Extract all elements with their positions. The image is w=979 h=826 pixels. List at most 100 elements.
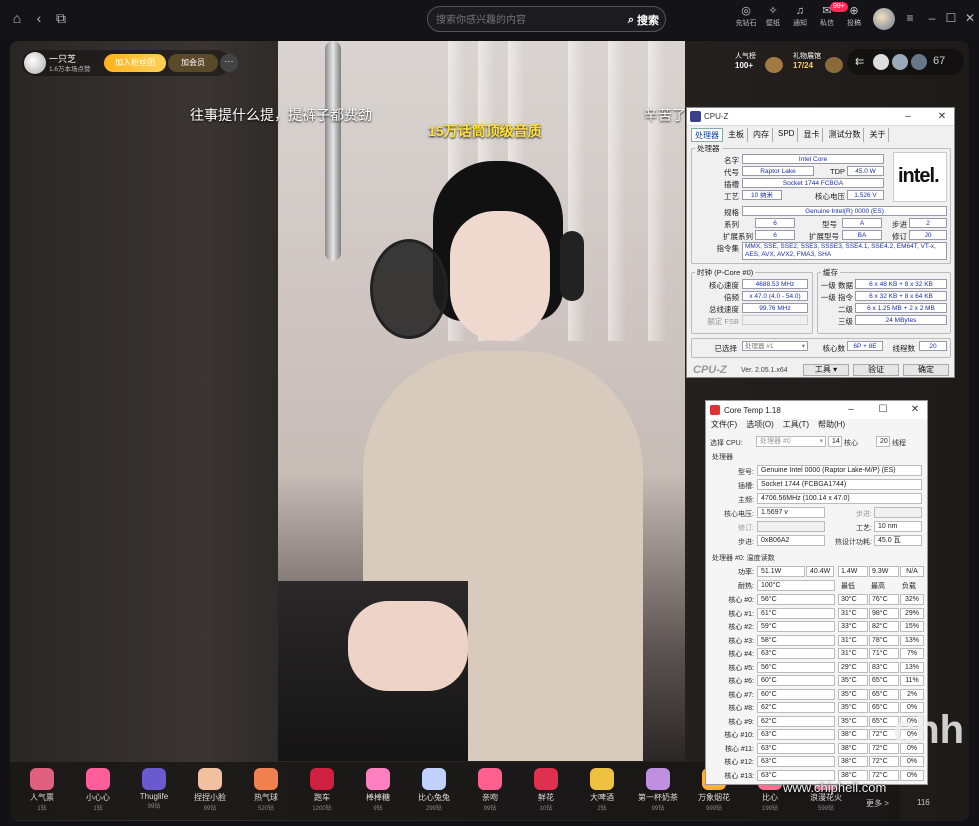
streamer-likes: 1.6万本场点赞 bbox=[49, 66, 91, 73]
core-min: 30°C bbox=[838, 594, 868, 605]
core-temp-row: 核心 #1: 61°C 31°C 98°C 29% bbox=[706, 607, 929, 620]
maximize-icon[interactable]: ☐ bbox=[876, 403, 890, 417]
coretemp-menu: 文件(F) 选项(O) 工具(T) 帮助(H) bbox=[711, 419, 845, 431]
close-icon[interactable]: ✕ bbox=[963, 11, 977, 25]
top-item-upload[interactable]: ⊕ 投稿 bbox=[839, 4, 869, 28]
frequency-field: 4706.56MHz (100.14 x 47.0) bbox=[757, 493, 922, 504]
gift-item[interactable]: 人气票 1钻 bbox=[14, 762, 70, 818]
validate-button[interactable]: 验证 bbox=[853, 364, 899, 376]
core-label: 核心 #0: bbox=[728, 597, 754, 604]
popularity-rank-icon bbox=[765, 57, 783, 73]
join-fan-club-button[interactable]: 加入粉丝团 bbox=[104, 54, 166, 72]
ext-family-label: 扩展系列 bbox=[723, 232, 753, 241]
gift-item[interactable]: 跑车 1200钻 bbox=[294, 762, 350, 818]
tab-bench[interactable]: 测试分数 bbox=[825, 128, 865, 142]
gift-item[interactable]: 小心心 1钻 bbox=[70, 762, 126, 818]
tools-button[interactable]: 工具 ▾ bbox=[803, 364, 849, 376]
min-header: 最低 bbox=[841, 583, 855, 590]
join-member-button[interactable]: 加会员 bbox=[168, 54, 218, 72]
power-gpu: N/A bbox=[900, 566, 924, 577]
menu-tools[interactable]: 工具(T) bbox=[783, 419, 809, 431]
core-min: 38°C bbox=[838, 756, 868, 767]
core-temp: 56°C bbox=[757, 661, 835, 673]
tab-spd[interactable]: SPD bbox=[775, 128, 799, 142]
search-input[interactable] bbox=[436, 11, 606, 29]
core-temp-row: 核心 #6: 60°C 35°C 65°C 11% bbox=[706, 674, 929, 687]
minimize-icon[interactable]: – bbox=[844, 403, 858, 417]
viewer-avatar[interactable] bbox=[911, 54, 927, 70]
core-temp: 62°C bbox=[757, 715, 835, 727]
core-max: 82°C bbox=[869, 621, 899, 632]
popularity-rank[interactable]: 人气榜 100+ bbox=[735, 51, 756, 70]
gift-icon bbox=[422, 768, 446, 790]
top-item-message[interactable]: ✉ 99+ 私信 bbox=[812, 2, 848, 28]
top-item-wallpaper[interactable]: ✧ 壁纸 bbox=[758, 4, 788, 28]
core-max: 65°C bbox=[869, 675, 899, 686]
gift-item[interactable]: 热气球 520钻 bbox=[238, 762, 294, 818]
tab-about[interactable]: 关于 bbox=[866, 128, 890, 142]
gift-item[interactable]: 大啤酒 2钻 bbox=[574, 762, 630, 818]
live-video[interactable] bbox=[278, 41, 685, 761]
tab-memory[interactable]: 内存 bbox=[750, 128, 773, 142]
search-button[interactable]: ⌕ 搜索 bbox=[628, 11, 659, 29]
close-icon[interactable]: ✕ bbox=[935, 110, 949, 124]
viewer-avatar[interactable] bbox=[892, 54, 908, 70]
menu-icon[interactable]: ≡ bbox=[903, 11, 917, 25]
more-gifts-button[interactable]: 更多 > bbox=[866, 798, 889, 809]
cpu-select[interactable]: 处理器 #0 ▾ bbox=[756, 436, 826, 447]
core-min: 38°C bbox=[838, 769, 868, 781]
maximize-icon[interactable]: ☐ bbox=[944, 11, 958, 25]
instructions-label: 指令集 bbox=[716, 244, 740, 253]
close-icon[interactable]: ✕ bbox=[908, 403, 922, 417]
core-temp: 63°C bbox=[757, 742, 835, 754]
gift-item[interactable]: Thuglife 99钻 bbox=[126, 762, 182, 818]
gift-icon bbox=[646, 768, 670, 790]
top-item-diamond[interactable]: ◎ 充钻石 bbox=[731, 4, 761, 28]
core-min: 35°C bbox=[838, 715, 868, 727]
menu-file[interactable]: 文件(F) bbox=[711, 419, 737, 431]
core-temp: 63°C bbox=[757, 729, 835, 740]
gift-item[interactable]: 比心兔兔 299钻 bbox=[406, 762, 462, 818]
gift-name: Thuglife bbox=[139, 792, 169, 801]
viewer-avatar[interactable] bbox=[873, 54, 889, 70]
collapse-icon[interactable]: ⇇ bbox=[855, 55, 864, 68]
menu-help[interactable]: 帮助(H) bbox=[818, 419, 845, 431]
gift-item[interactable]: 亲吻 99钻 bbox=[462, 762, 518, 818]
processor-select[interactable]: 处理器 #1 ▾ bbox=[742, 341, 808, 351]
gift-item[interactable]: 棒棒糖 9钻 bbox=[350, 762, 406, 818]
gift-name: 热气球 bbox=[254, 793, 278, 802]
frequency-label: 主频: bbox=[738, 497, 754, 504]
tab-mainboard[interactable]: 主板 bbox=[725, 128, 748, 142]
menu-options[interactable]: 选项(O) bbox=[746, 419, 774, 431]
l1-inst-field: 6 x 32 KB + 8 x 64 KB bbox=[855, 291, 947, 301]
core-temp: 60°C bbox=[757, 675, 835, 686]
core-speed-label: 核心速度 bbox=[709, 281, 739, 290]
streamer-avatar[interactable] bbox=[24, 52, 46, 74]
core-min: 29°C bbox=[838, 661, 868, 673]
core-label: 核心 #9: bbox=[728, 718, 754, 726]
core-min: 31°C bbox=[838, 648, 868, 659]
top-item-notify[interactable]: ♫ 通知 bbox=[785, 4, 815, 28]
back-icon[interactable]: ‹ bbox=[31, 10, 47, 26]
gift-item[interactable]: 鲜花 10钻 bbox=[518, 762, 574, 818]
viewer-list[interactable]: ⇇ 67 bbox=[847, 49, 964, 75]
tab-processor[interactable]: 处理器 bbox=[691, 128, 723, 142]
gift-icon bbox=[142, 768, 166, 790]
cpuz-brand: CPU-Z bbox=[693, 364, 727, 376]
ext-model-label: 扩展型号 bbox=[809, 232, 839, 241]
ok-button[interactable]: 确定 bbox=[903, 364, 949, 376]
gift-item[interactable]: 捏捏小脸 99钻 bbox=[182, 762, 238, 818]
share-screen-icon[interactable]: ⧉ bbox=[53, 10, 69, 26]
cpuz-app-icon bbox=[690, 111, 701, 122]
tab-graphics[interactable]: 显卡 bbox=[800, 128, 824, 142]
home-icon[interactable]: ⌂ bbox=[9, 10, 25, 26]
core-temp-row: 核心 #0: 56°C 30°C 76°C 32% bbox=[706, 593, 929, 606]
minimize-icon[interactable]: – bbox=[901, 110, 915, 124]
background-slat bbox=[608, 41, 626, 341]
more-button[interactable]: ··· bbox=[220, 54, 238, 72]
gift-hall-rank[interactable]: 礼物展馆 17/24 bbox=[793, 51, 821, 70]
gift-item[interactable]: 第一杯奶茶 99钻 bbox=[630, 762, 686, 818]
minimize-icon[interactable]: – bbox=[925, 11, 939, 25]
microphone-rod bbox=[325, 41, 341, 261]
user-avatar[interactable] bbox=[873, 8, 895, 30]
